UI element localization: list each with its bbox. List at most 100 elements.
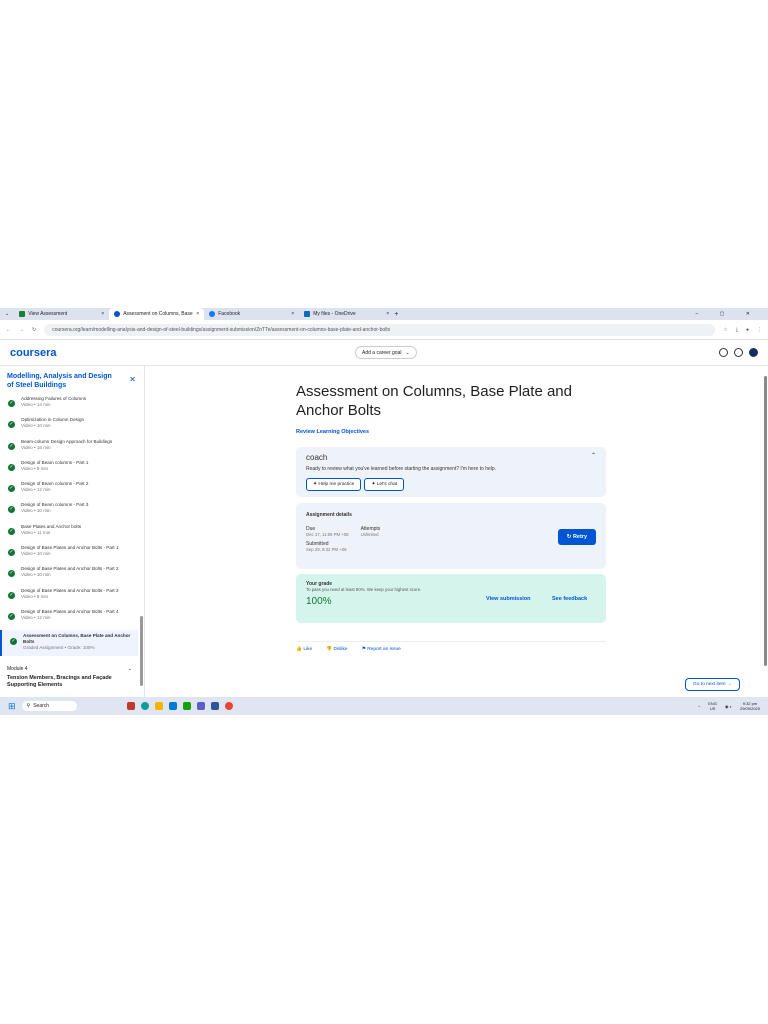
sidebar-item[interactable]: ✓ Design of Base Plates and Anchor Bolts … xyxy=(0,609,138,630)
page-title: Assessment on Columns, Base Plate and An… xyxy=(296,383,572,419)
completed-check-icon: ✓ xyxy=(8,421,15,429)
sidebar-item-current[interactable]: ✓ Assessment on Columns, Base Plate and A… xyxy=(0,630,138,657)
tab-onedrive[interactable]: My files - OneDrive × xyxy=(299,308,394,320)
collapse-icon[interactable]: ⌃ xyxy=(591,452,596,459)
forward-icon[interactable]: → xyxy=(19,327,24,333)
help-icon[interactable] xyxy=(734,348,743,357)
coach-title: coach xyxy=(306,453,328,462)
chrome-icon[interactable] xyxy=(224,702,233,710)
avatar[interactable] xyxy=(749,348,758,357)
new-tab-button[interactable]: + xyxy=(394,311,398,318)
sidebar-item[interactable]: ✓ Addressing Failures of Columns Video • 1… xyxy=(0,396,138,417)
dislike-button[interactable]: 👎 Dislike xyxy=(326,647,347,652)
favicon-icon xyxy=(209,311,216,317)
close-tab-icon[interactable]: × xyxy=(291,311,294,317)
menu-icon[interactable]: ⋮ xyxy=(757,327,762,333)
report-label: Report an issue xyxy=(367,647,401,652)
windows-start-icon[interactable]: ⊞ xyxy=(8,701,16,712)
tab-view-assessment[interactable]: View Assessment × xyxy=(14,308,109,320)
attempts-value: Unlimited xyxy=(360,532,379,537)
main-content: Assessment on Columns, Base Plate and An… xyxy=(296,366,606,652)
career-goal-button[interactable]: Add a career goal ⌄ xyxy=(355,346,417,359)
download-icon[interactable]: ⤓ xyxy=(736,327,738,333)
completed-check-icon: ✓ xyxy=(8,570,15,578)
page-scrollbar[interactable] xyxy=(764,366,768,697)
bookmark-icon[interactable]: ☆ xyxy=(723,327,727,333)
feedback-bar: 👍 Like 👎 Dislike ⚑ Report an issue xyxy=(296,641,606,652)
view-submission-link[interactable]: View submission xyxy=(486,596,531,602)
close-tab-icon[interactable]: × xyxy=(196,311,199,317)
item-title: Assessment on Columns, Base Plate and An… xyxy=(23,633,131,645)
store-icon[interactable] xyxy=(168,702,177,710)
completed-check-icon: ✓ xyxy=(8,612,15,620)
tab-assessment[interactable]: Assessment on Columns, Base × xyxy=(109,308,205,320)
file-explorer-icon[interactable] xyxy=(154,702,163,710)
sidebar-item[interactable]: ✓ Beam-column Design Approach for Buildin… xyxy=(0,439,138,460)
help-me-practice-button[interactable]: ✦ Help me practice xyxy=(306,478,362,491)
like-button[interactable]: 👍 Like xyxy=(296,647,312,652)
window-controls[interactable]: – ▢ ✕ xyxy=(696,311,760,317)
course-title: Modelling, Analysis and Design of Steel … xyxy=(7,373,112,389)
completed-check-icon: ✓ xyxy=(8,463,15,471)
review-objectives-link[interactable]: Review Learning Objectives xyxy=(296,429,606,435)
teams-icon[interactable] xyxy=(196,702,205,710)
report-issue-button[interactable]: ⚑ Report an issue xyxy=(362,647,401,652)
clock-date[interactable]: 29/09/2025 xyxy=(740,706,760,711)
tab-label: Facebook xyxy=(218,311,241,317)
completed-check-icon: ✓ xyxy=(8,442,15,450)
reload-icon[interactable]: ↻ xyxy=(32,327,36,333)
language-icon[interactable] xyxy=(719,348,728,357)
sidebar-item[interactable]: ✓ Design of Base Plates and Anchor Bolts … xyxy=(0,545,138,566)
module-4[interactable]: Module 4 ⌄ Tension Members, Bracings and F… xyxy=(7,666,132,689)
chevron-down-icon: ⌄ xyxy=(127,666,132,672)
sidebar-scrollbar[interactable] xyxy=(140,396,143,686)
coursera-logo[interactable]: coursera xyxy=(10,347,56,359)
completed-check-icon: ✓ xyxy=(8,527,15,535)
button-label: Retry xyxy=(572,534,587,540)
close-icon[interactable]: ✕ xyxy=(129,375,136,384)
app-icon[interactable] xyxy=(210,702,219,710)
completed-check-icon: ✓ xyxy=(10,638,17,646)
url-input[interactable]: coursera.org/learn/modelling-analysis-an… xyxy=(44,323,716,336)
close-tab-icon[interactable]: × xyxy=(101,311,104,317)
close-tab-icon[interactable]: × xyxy=(386,311,389,317)
sidebar-item[interactable]: ✓ Design of Base Plates and Anchor Bolts … xyxy=(0,566,138,587)
item-meta: Video • 10 min xyxy=(21,551,51,557)
profile-icon[interactable]: ● xyxy=(746,327,749,333)
lets-chat-button[interactable]: ✦ Let's chat xyxy=(364,478,405,491)
like-label: Like xyxy=(303,647,313,652)
completed-check-icon: ✓ xyxy=(8,485,15,493)
app-icon[interactable] xyxy=(182,702,191,710)
language-indicator[interactable]: ENG US xyxy=(708,701,717,711)
back-icon[interactable]: ← xyxy=(6,327,11,333)
tray-chevron-icon[interactable]: ^ xyxy=(698,704,700,709)
sidebar-item[interactable]: ✓ Optimization in Column Design Video • 10… xyxy=(0,417,138,438)
item-meta: Graded Assignment • Grade: 100% xyxy=(23,645,95,651)
edge-icon[interactable] xyxy=(140,702,149,710)
sidebar-item[interactable]: ✓ Design of Beam columns - Part 1 Video • … xyxy=(0,460,138,481)
tab-label: Assessment on Columns, Base xyxy=(123,311,193,317)
item-meta: Video • 12 min xyxy=(21,487,51,493)
see-feedback-link[interactable]: See feedback xyxy=(552,596,587,602)
taskbar-search[interactable]: ⚲ Search xyxy=(21,701,77,711)
wifi-volume-icon[interactable]: ◉ ◖ xyxy=(725,704,732,709)
search-icon: ⚲ xyxy=(26,703,31,709)
sidebar-item[interactable]: ✓ Base Plates and Anchor bolts Video • 11 … xyxy=(0,524,138,545)
module-label: Module 4 xyxy=(7,666,28,672)
completed-check-icon: ✓ xyxy=(8,400,15,407)
next-item-button[interactable]: Go to next item → xyxy=(685,678,740,691)
item-meta: Video • 14 min xyxy=(21,402,51,407)
sidebar-item[interactable]: ✓ Design of Base Plates and Anchor Bolts … xyxy=(0,588,138,609)
favicon-icon xyxy=(304,311,311,317)
sidebar-item[interactable]: ✓ Design of Beam columns - Part 3 Video • … xyxy=(0,502,138,523)
url-text: coursera.org/learn/modelling-analysis-an… xyxy=(52,326,391,333)
tab-facebook[interactable]: Facebook × xyxy=(204,308,299,320)
sidebar-item[interactable]: ✓ Design of Beam columns - Part 2 Video • … xyxy=(0,481,138,502)
due-value: Dec 17, 11:59 PM +08 xyxy=(306,532,349,537)
taskbar: ⊞ ⚲ Search ^ ENG US ◉ ◖ 9:32 pm 29/09/2025 xyxy=(0,697,768,715)
app-icon[interactable] xyxy=(126,702,135,710)
grade-panel: Your grade To pass you need at least 80%… xyxy=(296,574,606,623)
retry-button[interactable]: ↻ Retry xyxy=(557,529,596,545)
completed-check-icon: ✓ xyxy=(8,549,15,557)
tab-menu-icon[interactable]: ⌄ xyxy=(0,311,14,317)
